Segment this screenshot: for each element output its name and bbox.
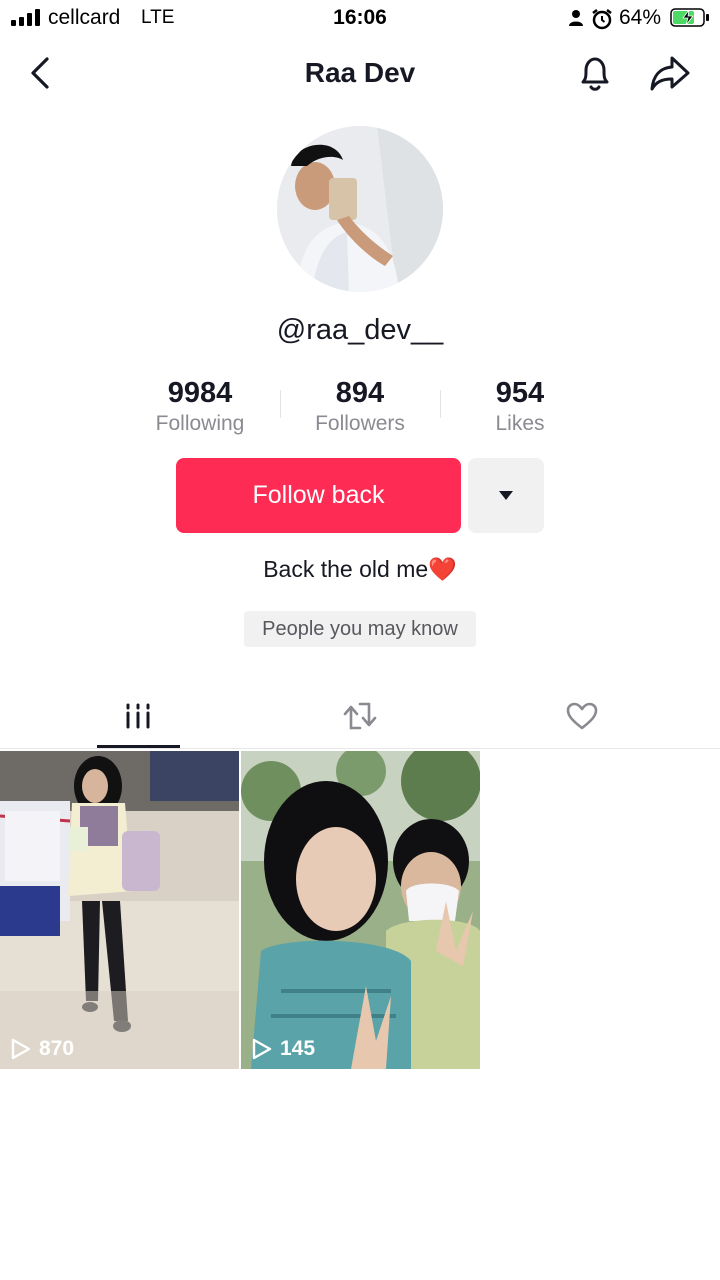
play-icon [11,1038,31,1060]
alarm-icon [592,9,612,30]
likes-label: Likes [495,412,545,435]
suggestions-dropdown-button[interactable] [468,458,544,533]
videos-grid-icon [126,703,150,729]
stat-following[interactable]: 9984 Following [120,377,280,439]
person-icon [569,10,583,26]
following-count: 9984 [167,377,233,409]
active-tab-indicator [97,745,180,748]
likes-count: 954 [495,377,545,409]
status-bar: cellcard LTE 16:06 64% [0,0,720,36]
profile-tabs [0,684,720,749]
video-thumbnail-image [241,751,480,1069]
battery-percent: 64% [619,6,662,29]
tab-videos[interactable] [18,684,258,748]
following-label: Following [155,412,245,435]
view-count: 145 [251,1037,315,1061]
view-count-text: 145 [280,1037,316,1060]
follow-back-button[interactable]: Follow back [176,458,461,533]
avatar-photo [277,126,443,292]
view-count-text: 870 [39,1037,75,1060]
stat-likes[interactable]: 954 Likes [440,377,600,439]
video-thumbnail-image [0,751,239,1069]
profile-bio: Back the old me❤️ [263,556,457,582]
repost-icon [343,702,377,730]
tab-reposts[interactable] [240,684,480,748]
bell-icon[interactable] [574,52,616,94]
people-you-may-know-chip[interactable]: People you may know [244,611,476,647]
tab-liked[interactable] [462,684,702,748]
play-icon [252,1038,272,1060]
followers-label: Followers [315,412,405,435]
view-count: 870 [10,1037,74,1061]
share-arrow-icon[interactable] [648,52,692,94]
caret-down-icon [499,491,513,500]
video-thumbnail[interactable]: 870 [0,751,239,1069]
video-thumbnail[interactable]: 145 [241,751,480,1069]
username: @raa_dev__ [276,314,444,346]
followers-count: 894 [335,377,385,409]
battery-charging-icon [670,8,709,27]
liked-heart-icon [566,702,598,730]
stat-followers[interactable]: 894 Followers [280,377,440,439]
avatar[interactable] [277,126,443,292]
